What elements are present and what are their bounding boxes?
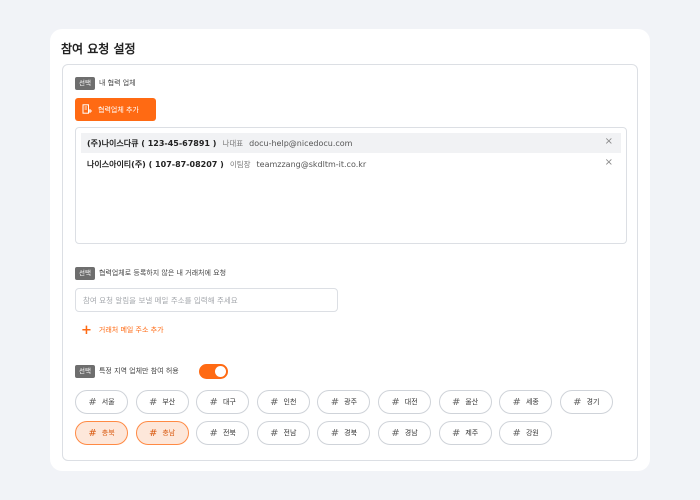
hash-icon: # [148,427,158,439]
region-chip-3[interactable]: # 인천 [256,390,310,414]
hash-icon: # [209,396,218,408]
region-chip-label: 경기 [586,398,600,406]
email-input[interactable] [75,288,338,312]
region-chip-label: 대전 [404,398,418,406]
partner-name: (주)나이스다큐 ( 123-45-67891 ) [87,138,217,148]
region-chip-10[interactable]: # 충남 [135,421,189,445]
region-chip-label: 충북 [101,429,115,437]
region-chip-label: 충남 [162,429,176,437]
partner-email: docu-help@nicedocu.com [249,138,353,148]
add-email-link[interactable]: + 거래처 메일 주소 추가 [81,323,164,337]
region-chip-7[interactable]: # 세종 [499,390,553,414]
partner-item: (주)나이스다큐 ( 123-45-67891 ) 나대표 docu-help@… [81,133,621,153]
region-chip-label: 전남 [283,429,297,437]
toggle-knob [215,366,226,377]
region-chip-15[interactable]: # 제주 [438,421,492,445]
close-icon[interactable]: × [605,157,613,168]
page-title: 참여 요청 설정 [61,42,136,56]
region-label: 특정 지역 업체만 참여 허용 [98,367,179,375]
region-chip-2[interactable]: # 대구 [196,390,250,414]
partner-email: teamzzang@skdltm-it.co.kr [256,159,367,169]
partner-rep: 이팀장 [229,159,251,169]
region-chip-4[interactable]: # 광주 [317,390,371,414]
region-chip-label: 울산 [465,398,479,406]
region-chip-label: 강원 [525,429,539,437]
hash-icon: # [391,396,400,408]
add-email-label: 거래처 메일 주소 추가 [98,326,164,334]
region-chip-label: 전북 [222,429,236,437]
hash-icon: # [270,427,279,439]
settings-card: 참여 요청 설정 선택 내 협력 업체 협력업체 추가 (주)나이스다큐 ( 1… [50,29,650,471]
hash-icon: # [88,427,97,439]
close-icon[interactable]: × [605,136,613,147]
region-chip-label: 인천 [283,398,297,406]
region-chip-label: 세종 [525,398,539,406]
hash-icon: # [451,396,461,408]
region-chip-8[interactable]: # 경기 [559,390,613,414]
partners-section-label: 선택 내 협력 업체 [75,76,136,90]
hash-icon: # [330,396,340,408]
hash-icon: # [512,396,521,408]
email-label: 협력업체로 등록하지 않은 내 거래처에 요청 [98,269,227,277]
optional-badge: 선택 [75,266,95,280]
region-chip-label: 서울 [101,398,115,406]
region-chip-12[interactable]: # 전남 [256,421,310,445]
region-chip-label: 경남 [404,429,418,437]
hash-icon: # [88,396,97,408]
hash-icon: # [573,396,582,408]
settings-panel: 선택 내 협력 업체 협력업체 추가 (주)나이스다큐 ( 123-45-678… [62,64,638,461]
region-chip-11[interactable]: # 전북 [196,421,250,445]
region-chip-13[interactable]: # 경북 [317,421,371,445]
building-plus-icon [82,103,92,116]
region-chip-label: 대구 [222,398,236,406]
region-chip-label: 부산 [162,398,176,406]
region-chip-5[interactable]: # 대전 [378,390,431,414]
hash-icon: # [451,427,461,439]
add-partner-label: 협력업체 추가 [98,105,139,114]
region-chip-16[interactable]: # 강원 [499,421,553,445]
region-toggle[interactable] [199,364,228,379]
hash-icon: # [391,427,400,439]
region-chip-6[interactable]: # 울산 [438,390,492,414]
optional-badge: 선택 [75,76,95,90]
hash-icon: # [330,427,340,439]
add-partner-button[interactable]: 협력업체 추가 [75,98,156,121]
region-chip-9[interactable]: # 충북 [75,421,128,445]
optional-badge: 선택 [75,364,95,378]
plus-icon: + [81,322,92,338]
email-section-label: 선택 협력업체로 등록하지 않은 내 거래처에 요청 [75,266,226,280]
partners-label: 내 협력 업체 [98,79,136,87]
region-chip-1[interactable]: # 부산 [135,390,189,414]
partner-name: 나이스아이티(주) ( 107-87-08207 ) [87,159,224,169]
partner-list: (주)나이스다큐 ( 123-45-67891 ) 나대표 docu-help@… [75,127,627,244]
region-chip-label: 제주 [465,429,479,437]
hash-icon: # [209,427,218,439]
hash-icon: # [270,396,279,408]
region-chip-0[interactable]: # 서울 [75,390,128,414]
region-chip-14[interactable]: # 경남 [378,421,431,445]
partner-item: 나이스아이티(주) ( 107-87-08207 ) 이팀장 teamzzang… [81,154,621,174]
region-chip-label: 광주 [344,398,358,406]
region-chip-label: 경북 [344,429,358,437]
hash-icon: # [512,427,521,439]
region-section-label: 선택 특정 지역 업체만 참여 허용 [75,364,179,378]
partner-rep: 나대표 [222,138,244,148]
hash-icon: # [148,396,158,408]
